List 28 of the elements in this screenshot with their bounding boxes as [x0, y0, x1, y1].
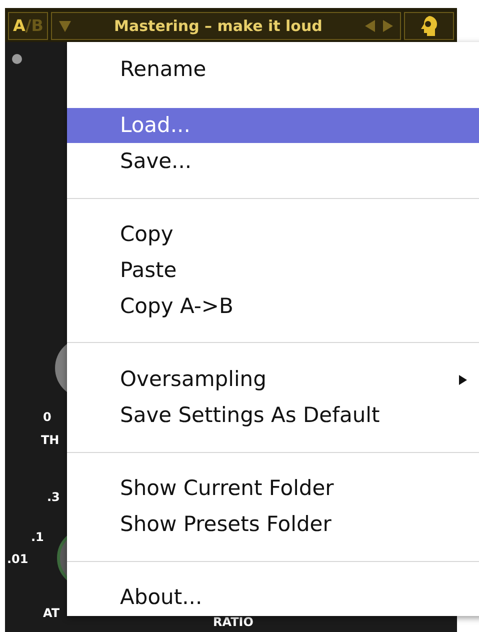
menu-item[interactable]: Show Presets Folder — [67, 506, 479, 542]
menu-item[interactable]: Copy — [67, 216, 479, 253]
preset-name: Mastering – make it loud — [113, 16, 324, 37]
menu-item[interactable]: Save Settings As Default — [67, 398, 479, 434]
knob-label: RATIO — [213, 615, 254, 629]
menu-item[interactable]: Rename — [67, 52, 479, 88]
menu-item[interactable]: Load... — [67, 108, 479, 144]
ab-toggle[interactable]: A/B — [8, 12, 48, 40]
head-icon — [419, 15, 439, 37]
scale-tick: 0 — [43, 409, 52, 426]
menu-item[interactable]: Show Current Folder — [67, 471, 479, 507]
previous-icon[interactable] — [364, 19, 376, 33]
preset-bar[interactable]: Mastering – make it loud — [51, 12, 401, 40]
menu-item[interactable]: Oversampling — [67, 362, 479, 398]
dropdown-caret-icon[interactable] — [58, 19, 72, 33]
headphone-button[interactable] — [404, 12, 454, 40]
menu-item[interactable]: Paste — [67, 252, 479, 288]
knob-label: AT — [43, 606, 60, 620]
scale-tick: .3 — [47, 489, 60, 506]
scale-tick: .1 — [31, 529, 44, 546]
led-indicator — [12, 54, 22, 64]
knob-label: TH — [41, 433, 60, 447]
menu-item[interactable]: Save... — [67, 143, 479, 180]
menu-item[interactable]: About... — [67, 580, 479, 616]
menu-item[interactable]: Copy A->B — [67, 288, 479, 324]
submenu-arrow-icon — [459, 374, 467, 385]
next-icon[interactable] — [382, 19, 394, 33]
scale-tick: .01 — [7, 551, 28, 568]
